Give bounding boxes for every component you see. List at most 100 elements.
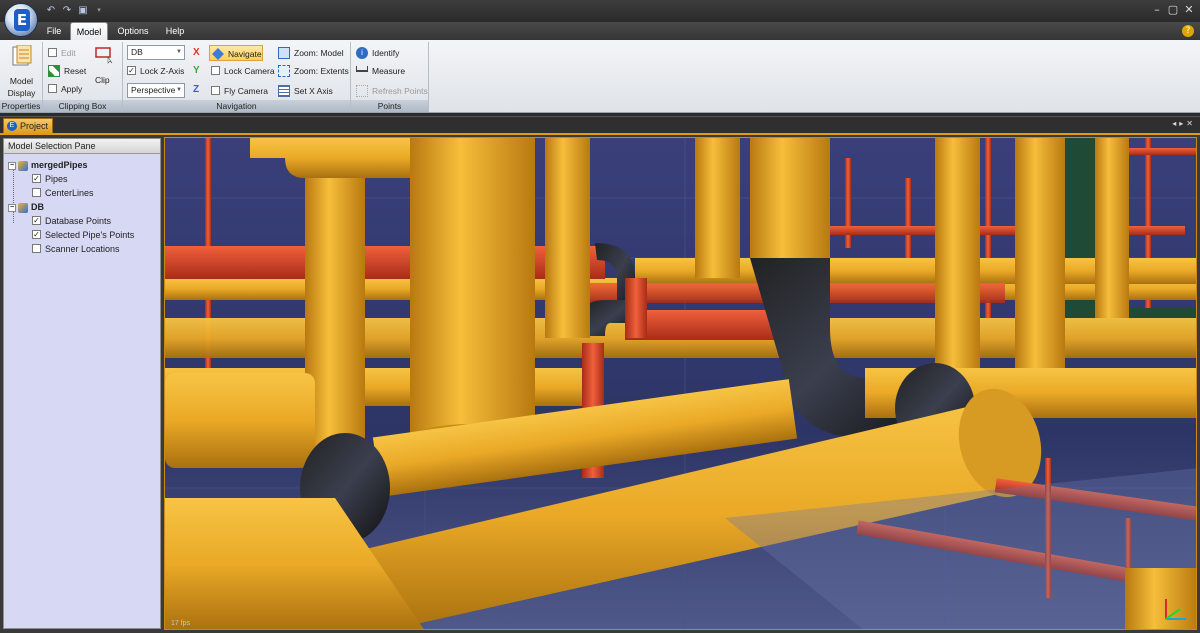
collapse-icon[interactable]: − <box>8 203 16 212</box>
undo-icon[interactable]: ↶ <box>44 4 58 17</box>
lock-z-axis-checkbox[interactable]: ✓ Lock Z-Axis <box>127 63 184 79</box>
project-tab-label: Project <box>20 121 49 131</box>
tree-node-label: Selected Pipe's Points <box>45 230 135 240</box>
db-combo-value: DB <box>131 47 143 57</box>
tree-node-centerlines[interactable]: CenterLines <box>32 186 94 200</box>
tree-node-pipes[interactable]: ✓ Pipes <box>32 172 68 186</box>
group-label-navigation: Navigation <box>123 100 350 112</box>
chevron-down-icon: ▼ <box>176 87 182 93</box>
lock-camera-label: Lock Camera <box>224 66 275 76</box>
edit-label: Edit <box>61 48 76 58</box>
refresh-points-button[interactable]: Refresh Points <box>356 83 428 99</box>
workspace: Model Selection Pane − mergedPipes ✓ Pipes… <box>0 133 1200 633</box>
model-display-label-line2: Display <box>7 88 36 98</box>
apply-checkbox-box[interactable] <box>48 84 57 94</box>
centerlines-checkbox[interactable] <box>32 188 41 198</box>
edit-checkbox[interactable]: Edit <box>48 45 76 61</box>
scanner-locations-checkbox[interactable] <box>32 244 41 254</box>
reset-label: Reset <box>64 66 87 76</box>
group-label-clipping-box: Clipping Box <box>43 100 122 112</box>
tree-node-scanner-locations[interactable]: Scanner Locations <box>32 242 120 256</box>
projection-combo[interactable]: Perspective ▼ <box>127 83 185 98</box>
pipes-checkbox[interactable]: ✓ <box>32 174 41 184</box>
set-x-axis-button[interactable]: Set X Axis <box>278 83 333 99</box>
identify-button[interactable]: i Identify <box>356 45 399 61</box>
tree-node-database-points[interactable]: ✓ Database Points <box>32 214 111 228</box>
group-properties: Model Display Properties <box>0 42 43 112</box>
app-logo-icon: E <box>14 9 30 31</box>
model-display-icon <box>12 45 32 66</box>
tree-node-label: Pipes <box>45 174 68 184</box>
zoom-extents-icon <box>278 64 290 77</box>
3d-viewport[interactable]: 17 fps <box>164 137 1197 630</box>
model-selection-pane: Model Selection Pane − mergedPipes ✓ Pipes… <box>3 138 161 629</box>
pane-controls[interactable]: ◂▸✕ <box>1172 119 1196 128</box>
grid-icon <box>278 84 290 97</box>
axis-y-button[interactable]: Y <box>193 65 200 76</box>
zoom-extents-label: Zoom: Extents <box>294 66 349 76</box>
navigate-button[interactable]: Navigate <box>209 45 263 61</box>
help-icon[interactable]: ? <box>1182 25 1194 37</box>
tab-project[interactable]: E Project <box>3 118 53 133</box>
pane-title: Model Selection Pane <box>4 139 160 154</box>
tree-node-merged-pipes[interactable]: − mergedPipes <box>8 158 88 172</box>
title-bar: ↶ ↷ ▣ ▾ – ▢ ✕ <box>0 0 1200 22</box>
close-icon[interactable]: ✕ <box>1182 3 1196 17</box>
tab-file[interactable]: File <box>40 22 68 40</box>
group-label-properties: Properties <box>0 100 42 112</box>
tab-options[interactable]: Options <box>112 22 154 40</box>
apply-checkbox[interactable]: Apply <box>48 81 82 97</box>
identify-label: Identify <box>372 48 400 58</box>
collapse-icon[interactable]: − <box>8 161 16 170</box>
tree-node-label: mergedPipes <box>31 160 88 170</box>
lock-camera-checkbox[interactable]: Lock Camera <box>211 63 275 79</box>
axis-x-button[interactable]: X <box>193 47 200 58</box>
tab-help[interactable]: Help <box>158 22 192 40</box>
axis-z-button[interactable]: Z <box>193 84 199 95</box>
selected-pipes-points-checkbox[interactable]: ✓ <box>32 230 41 240</box>
zoom-model-icon <box>278 46 290 59</box>
zoom-model-button[interactable]: Zoom: Model <box>278 45 344 61</box>
db-combo[interactable]: DB ▼ <box>127 45 185 60</box>
database-points-checkbox[interactable]: ✓ <box>32 216 41 226</box>
qat-dropdown-icon[interactable]: ▾ <box>92 4 106 17</box>
group-clipping-box: Edit Reset Apply Clip Clipping Box <box>43 42 123 112</box>
navigate-icon <box>212 47 224 60</box>
model-display-button[interactable]: Model Display <box>2 44 41 98</box>
tree-node-label: Database Points <box>45 216 112 226</box>
measure-button[interactable]: Measure <box>356 63 405 79</box>
maximize-icon[interactable]: ▢ <box>1166 3 1180 17</box>
measure-icon <box>356 65 368 72</box>
refresh-points-label: Refresh Points <box>372 86 428 96</box>
tree-node-db[interactable]: − DB <box>8 200 44 214</box>
tab-model[interactable]: Model <box>70 22 108 40</box>
clip-button[interactable]: Clip <box>91 44 119 88</box>
tree-node-selected-pipes-points[interactable]: ✓ Selected Pipe's Points <box>32 228 134 242</box>
fly-camera-checkbox-box[interactable] <box>211 86 220 96</box>
apply-label: Apply <box>61 84 83 94</box>
minimize-icon[interactable]: – <box>1150 3 1164 17</box>
lock-camera-checkbox-box[interactable] <box>211 66 220 76</box>
group-points: i Identify Measure Refresh Points Points <box>351 42 429 112</box>
chevron-down-icon: ▼ <box>176 49 182 55</box>
reset-button[interactable]: Reset <box>48 63 86 79</box>
fly-camera-checkbox[interactable]: Fly Camera <box>211 83 268 99</box>
info-icon: i <box>356 46 368 59</box>
save-icon[interactable]: ▣ <box>76 4 90 17</box>
application-menu-button[interactable]: E <box>4 3 38 37</box>
edit-checkbox-box[interactable] <box>48 48 57 58</box>
model-display-label-line1: Model <box>9 76 34 86</box>
document-tab-bar: E Project ◂▸✕ <box>0 116 1200 133</box>
fps-counter: 17 fps <box>171 620 191 627</box>
tree-connector <box>13 163 14 223</box>
projection-combo-value: Perspective <box>131 85 176 95</box>
zoom-extents-button[interactable]: Zoom: Extents <box>278 63 349 79</box>
ribbon-tab-bar: File Model Options Help ? <box>0 22 1200 40</box>
redo-icon[interactable]: ↷ <box>60 4 74 17</box>
tree-node-label: DB <box>31 202 44 212</box>
reset-icon <box>48 64 60 77</box>
lock-z-axis-checkbox-box[interactable]: ✓ <box>127 66 136 76</box>
clip-box-icon <box>95 47 113 64</box>
pipe-scene-render <box>165 138 1196 629</box>
zoom-model-label: Zoom: Model <box>294 48 344 58</box>
